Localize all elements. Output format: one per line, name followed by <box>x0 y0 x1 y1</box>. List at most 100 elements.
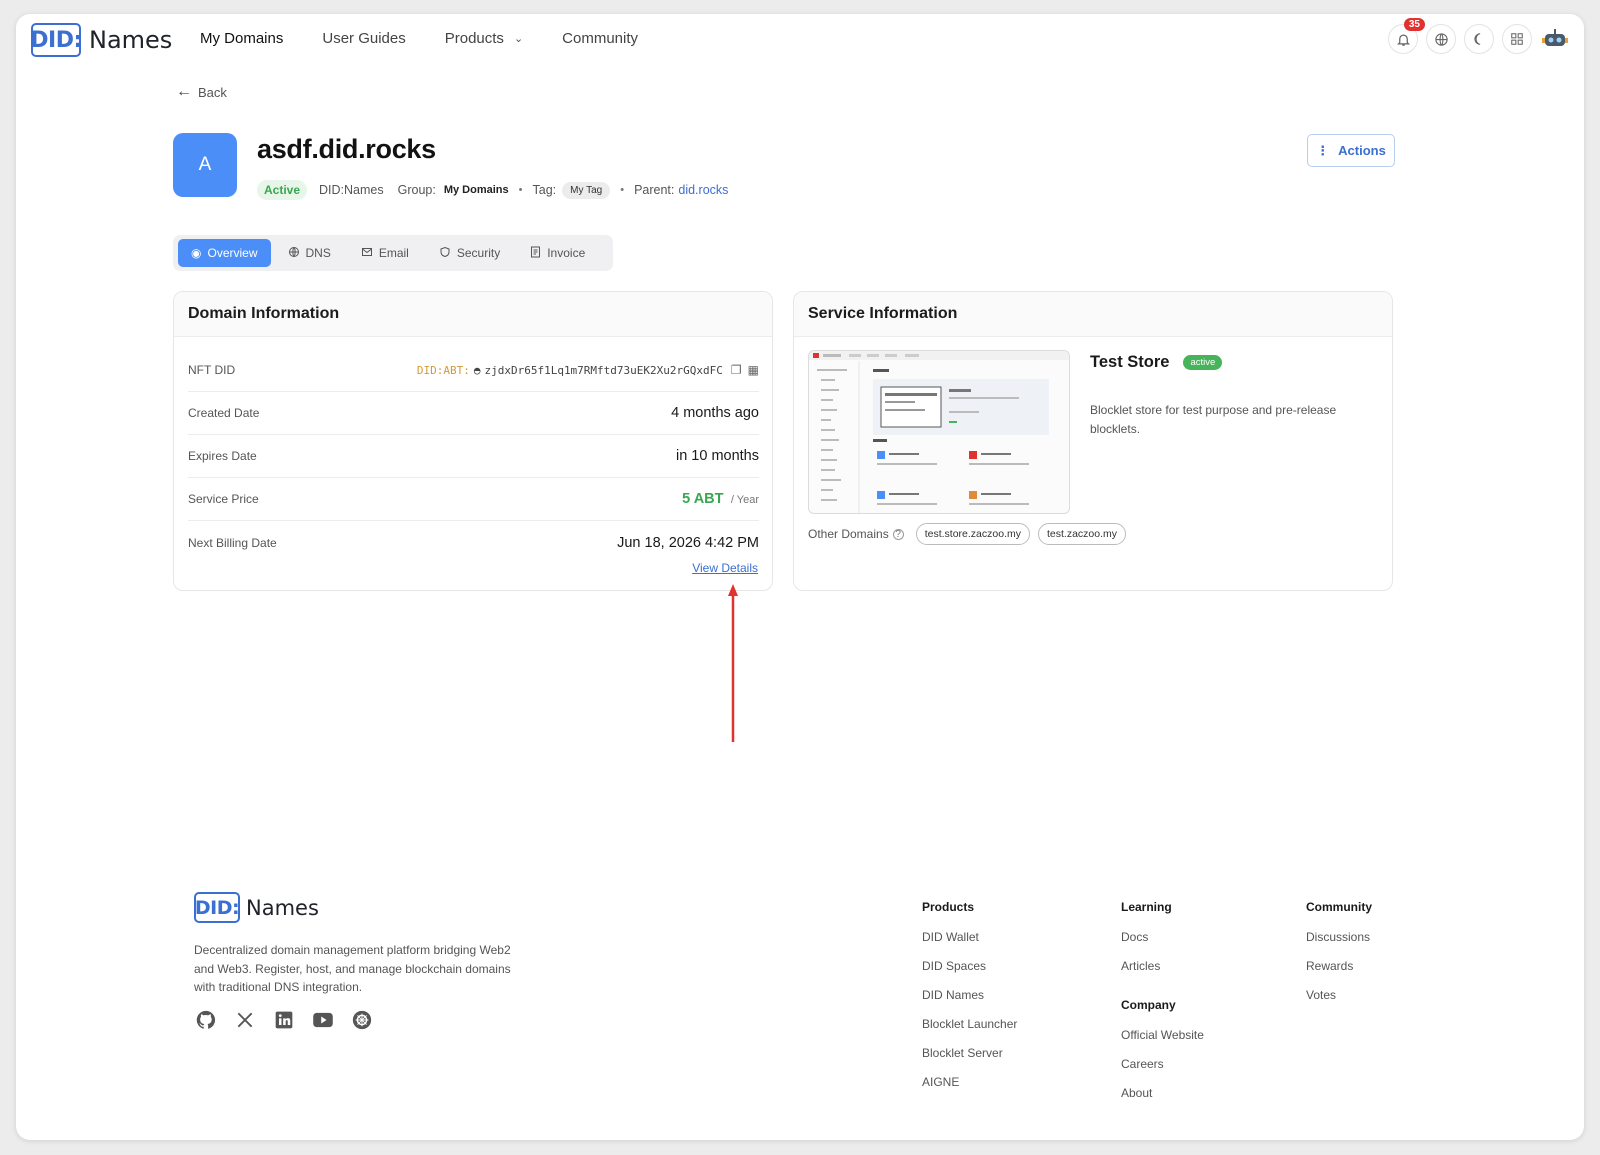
service-information-card: Service Information Test Store active Bl… <box>793 291 1393 591</box>
mail-icon <box>361 246 373 261</box>
footer-link[interactable]: Rewards <box>1306 959 1372 973</box>
github-icon[interactable] <box>194 1008 218 1032</box>
footer-link[interactable]: Docs <box>1121 930 1172 944</box>
top-header: DID: Names My Domains User Guides Produc… <box>16 14 1584 68</box>
view-details-link[interactable]: View Details <box>692 561 758 575</box>
domain-chip[interactable]: test.zaczoo.my <box>1038 523 1127 545</box>
domain-information-card: Domain Information NFT DID DID:ABT: ◓ zj… <box>173 291 773 591</box>
tab-label: DNS <box>305 246 331 260</box>
footer-logo[interactable]: DID: Names <box>194 892 319 923</box>
footer-link[interactable]: DID Spaces <box>922 959 1017 973</box>
domain-meta: Active DID:Names Group: My Domains • Tag… <box>257 180 728 200</box>
did-address: zjdxDr65f1Lq1m7RMftd73uEK2Xu2rGQxdFC <box>484 363 723 377</box>
help-icon[interactable]: ? <box>892 528 904 540</box>
domain-chip[interactable]: test.store.zaczoo.my <box>915 523 1030 545</box>
tab-email[interactable]: Email <box>348 239 422 267</box>
logo-mark: DID: <box>194 892 240 923</box>
separator-dot: • <box>620 184 625 196</box>
linkedin-icon[interactable] <box>272 1008 296 1032</box>
status-badge: Active <box>257 180 308 200</box>
did-prefix: DID:ABT: <box>416 363 470 377</box>
created-date-row: Created Date 4 months ago <box>188 392 759 435</box>
site-logo[interactable]: DID: Names <box>30 23 173 57</box>
price-unit: / Year <box>730 494 759 506</box>
nft-did-value[interactable]: DID:ABT: ◓ zjdxDr65f1Lq1m7RMftd73uEK2Xu2… <box>417 363 759 377</box>
created-date-value: 4 months ago <box>671 405 759 421</box>
other-domains: Other Domains ? test.store.zaczoo.my tes… <box>808 523 1127 545</box>
tab-overview[interactable]: ◉ Overview <box>178 239 271 267</box>
actions-label: Actions <box>1338 143 1386 158</box>
footer-link[interactable]: AIGNE <box>922 1075 1017 1089</box>
tab-label: Overview <box>207 246 258 260</box>
nav-community[interactable]: Community <box>562 30 638 47</box>
domain-title: asdf.did.rocks <box>257 134 436 164</box>
qrcode-icon[interactable]: ▦ <box>748 363 759 377</box>
tab-label: Security <box>456 246 501 260</box>
footer-heading: Company <box>1121 998 1176 1012</box>
x-icon[interactable] <box>233 1008 257 1032</box>
logo-text: Names <box>246 895 319 920</box>
card-title: Domain Information <box>174 292 772 337</box>
other-domains-label: Other Domains <box>808 527 889 541</box>
status-badge: active <box>1183 355 1223 370</box>
footer-heading: Products <box>922 900 975 914</box>
tab-security[interactable]: Security <box>426 239 513 267</box>
tab-label: Email <box>378 246 409 260</box>
did-avatar-icon: ◓ <box>473 363 481 377</box>
robot-avatar-icon[interactable] <box>1540 24 1570 54</box>
apps-icon[interactable] <box>1502 24 1532 54</box>
logo-text: Names <box>89 26 173 54</box>
moon-icon[interactable] <box>1464 24 1494 54</box>
service-price-row: Service Price 5 ABT / Year <box>188 478 759 521</box>
bell-icon[interactable]: 35 <box>1388 18 1425 54</box>
shield-icon <box>439 246 451 261</box>
parent-link[interactable]: did.rocks <box>678 183 728 197</box>
store-title: Test Store <box>1090 353 1170 371</box>
footer-link[interactable]: Discussions <box>1306 930 1372 944</box>
domain-avatar: A <box>173 133 237 197</box>
footer-company-column: Company Official Website Careers About <box>1121 998 1204 1115</box>
footer-link[interactable]: DID Wallet <box>922 930 1017 944</box>
footer-description: Decentralized domain management platform… <box>194 943 511 994</box>
nav-user-guides[interactable]: User Guides <box>322 30 405 47</box>
store-description: Blocklet store for test purpose and pre-… <box>1090 403 1337 436</box>
youtube-icon[interactable] <box>311 1008 335 1032</box>
tab-dns[interactable]: DNS <box>275 239 344 267</box>
row-label: Expires Date <box>188 449 257 463</box>
footer-link[interactable]: About <box>1121 1086 1204 1100</box>
footer-community-column: Community Discussions Rewards Votes <box>1306 900 1372 1017</box>
back-label: Back <box>198 84 227 100</box>
price-amount: 5 ABT <box>682 491 724 507</box>
community-icon[interactable] <box>350 1008 374 1032</box>
footer-link[interactable]: Votes <box>1306 988 1372 1002</box>
globe-icon <box>288 246 300 261</box>
group-value[interactable]: My Domains <box>444 184 509 196</box>
social-links <box>194 1008 389 1032</box>
back-link[interactable]: ← Back <box>176 83 227 101</box>
tab-label: Invoice <box>547 246 586 260</box>
footer-link[interactable]: Careers <box>1121 1057 1204 1071</box>
domain-tabs: ◉ Overview DNS Email Security Invoice <box>173 235 613 271</box>
service-price-value: 5 ABT / Year <box>682 491 759 507</box>
footer-link[interactable]: Official Website <box>1121 1028 1204 1042</box>
footer-link[interactable]: Articles <box>1121 959 1172 973</box>
globe-icon[interactable] <box>1426 24 1456 54</box>
expires-date-row: Expires Date in 10 months <box>188 435 759 478</box>
nav-products-label: Products <box>444 30 504 47</box>
provider-label: DID:Names <box>319 183 384 197</box>
next-billing-row: Next Billing Date Jun 18, 2026 4:42 PM <box>188 521 759 564</box>
footer-heading: Community <box>1306 900 1372 914</box>
nav-my-domains[interactable]: My Domains <box>200 30 283 47</box>
footer-link[interactable]: Blocklet Server <box>922 1046 1017 1060</box>
copy-icon[interactable]: ❐ <box>731 363 742 377</box>
tab-invoice[interactable]: Invoice <box>517 239 598 267</box>
actions-button[interactable]: ⋮ Actions <box>1307 134 1395 167</box>
tag-value[interactable]: My Tag <box>562 181 611 199</box>
store-screenshot-thumbnail[interactable] <box>808 350 1070 514</box>
row-label: Created Date <box>188 406 260 420</box>
footer-link[interactable]: DID Names <box>922 988 1017 1002</box>
row-label: NFT DID <box>188 363 236 377</box>
arrow-left-icon: ← <box>176 83 192 100</box>
nav-products[interactable]: Products ⌄ <box>445 30 523 47</box>
footer-link[interactable]: Blocklet Launcher <box>922 1017 1017 1031</box>
